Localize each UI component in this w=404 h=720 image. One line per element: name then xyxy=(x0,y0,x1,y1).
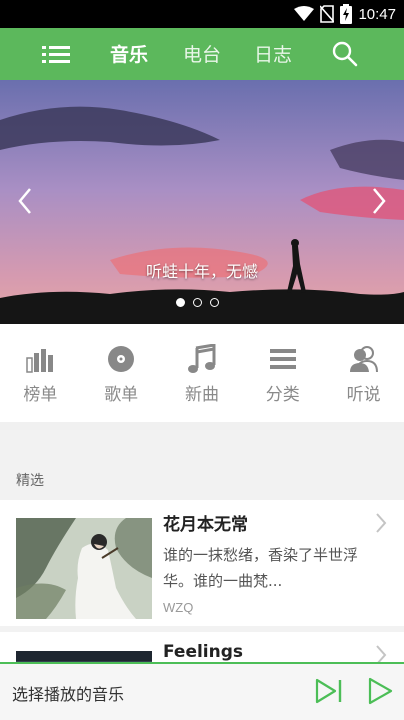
banner-caption: 听蛙十年，无憾 xyxy=(145,262,258,281)
carousel-indicator xyxy=(176,298,219,307)
battery-charging-icon xyxy=(340,4,353,24)
song-cover-image xyxy=(16,518,152,619)
category-charts[interactable]: 榜单 xyxy=(0,324,81,422)
chevron-right-icon xyxy=(376,513,387,533)
song-description: 谁的一抹愁绪，香染了半世浮华。谁的一曲梵... xyxy=(163,546,359,590)
song-author: WZQ xyxy=(163,600,194,615)
section-title: 精选 xyxy=(16,473,44,489)
tab-journal[interactable]: 日志 xyxy=(254,40,292,67)
category-label: 听说 xyxy=(346,385,381,405)
category-talk[interactable]: 听说 xyxy=(323,324,404,422)
category-playlists[interactable]: 歌单 xyxy=(81,324,162,422)
chevron-left-icon[interactable] xyxy=(14,185,36,217)
carousel-dot[interactable] xyxy=(193,298,202,307)
bar-chart-icon xyxy=(26,349,54,373)
skip-next-icon[interactable] xyxy=(313,675,345,707)
song-card[interactable]: 花月本无常 谁的一抹愁绪，香染了半世浮华。谁的一曲梵... WZQ xyxy=(0,500,404,626)
carousel-dot[interactable] xyxy=(210,298,219,307)
mini-player[interactable]: 选择播放的音乐 xyxy=(0,662,404,720)
song-thumbnail xyxy=(16,518,152,619)
song-title: 花月本无常 xyxy=(163,515,248,535)
status-bar: 10:47 xyxy=(0,0,404,28)
menu-icon[interactable] xyxy=(40,41,72,67)
banner-carousel[interactable]: 听蛙十年，无憾 xyxy=(0,80,404,324)
top-toolbar: 音乐 电台 日志 xyxy=(0,28,404,80)
tab-radio[interactable]: 电台 xyxy=(183,40,221,67)
category-label: 歌单 xyxy=(104,385,139,405)
carousel-dot[interactable] xyxy=(176,298,185,307)
tab-music[interactable]: 音乐 xyxy=(110,40,148,67)
wifi-icon xyxy=(294,6,315,21)
play-icon[interactable] xyxy=(366,675,394,707)
disc-icon xyxy=(108,346,135,372)
featured-section: 精选 花月本无常 谁的一抹愁绪，香染了半世浮华。谁的一曲梵... WZQ Fee… xyxy=(0,430,404,665)
no-sim-icon xyxy=(320,5,335,23)
list-icon xyxy=(269,349,296,369)
users-icon xyxy=(349,346,378,373)
category-label: 榜单 xyxy=(23,385,58,405)
song-card[interactable]: Feelings xyxy=(0,632,404,665)
category-genres[interactable]: 分类 xyxy=(242,324,323,422)
category-bar: 榜单 歌单 新曲 分类 听说 xyxy=(0,324,404,422)
category-new-songs[interactable]: 新曲 xyxy=(162,324,243,422)
section-divider xyxy=(0,422,404,430)
chevron-right-icon[interactable] xyxy=(368,185,390,217)
category-label: 新曲 xyxy=(184,385,219,405)
status-icons: 10:47 xyxy=(294,4,396,24)
search-icon[interactable] xyxy=(331,40,359,68)
category-label: 分类 xyxy=(265,385,300,405)
song-title: Feelings xyxy=(163,642,244,662)
status-time: 10:47 xyxy=(358,5,396,23)
banner-image xyxy=(0,80,404,324)
music-note-icon xyxy=(187,344,216,373)
now-playing-text: 选择播放的音乐 xyxy=(12,685,125,704)
